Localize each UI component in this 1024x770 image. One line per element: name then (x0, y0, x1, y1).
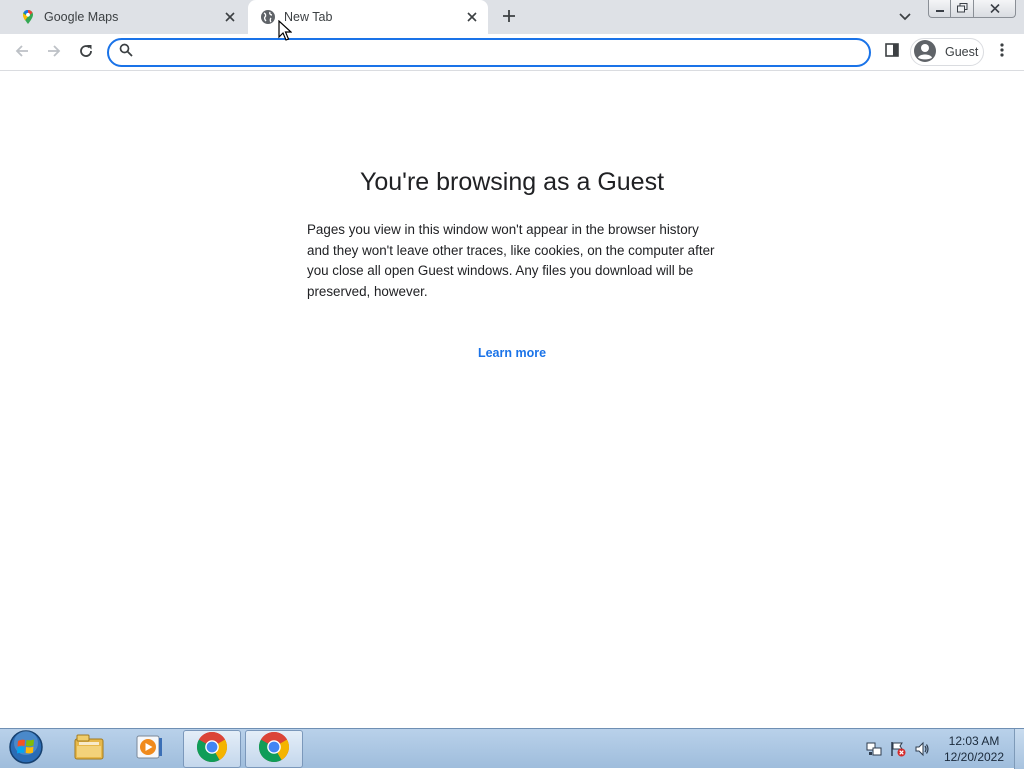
page-title: You're browsing as a Guest (359, 168, 665, 196)
tab-google-maps[interactable]: Google Maps (0, 0, 246, 34)
restore-icon (956, 0, 968, 18)
profile-button[interactable]: Guest (910, 38, 984, 66)
google-maps-pin-icon (20, 9, 36, 25)
guest-description: Pages you view in this window won't appe… (307, 222, 715, 299)
chrome-icon (258, 731, 290, 768)
more-vert-icon (1000, 42, 1004, 62)
browser-toolbar: Guest (0, 34, 1024, 71)
forward-arrow-icon (46, 43, 62, 64)
forward-button[interactable] (42, 41, 66, 65)
close-window-button[interactable] (974, 0, 1016, 18)
back-arrow-icon (14, 43, 30, 64)
new-tab-button[interactable] (498, 7, 520, 29)
reload-icon (78, 43, 94, 64)
guest-new-tab-page: You're browsing as a Guest Pages you vie… (0, 72, 1024, 728)
taskbar: 12:03 AM 12/20/2022 (0, 728, 1024, 770)
reload-button[interactable] (74, 41, 98, 65)
omnibox-input[interactable] (141, 41, 869, 64)
chrome-icon (196, 731, 228, 768)
tab-title: New Tab (284, 10, 333, 24)
close-icon (989, 0, 1000, 18)
clock-time: 12:03 AM (948, 734, 1000, 748)
media-player-icon (134, 732, 164, 767)
back-button[interactable] (10, 41, 34, 65)
globe-icon (260, 9, 276, 25)
minimize-button[interactable] (928, 0, 951, 18)
minimize-icon (935, 0, 945, 18)
tray-network-icon[interactable] (866, 741, 882, 757)
restore-button[interactable] (951, 0, 974, 18)
clock-date: 12/20/2022 (943, 750, 1005, 764)
mouse-cursor-icon (278, 19, 293, 42)
avatar-icon (913, 39, 937, 66)
profile-label: Guest (945, 45, 979, 59)
tray-volume-icon[interactable] (914, 741, 930, 757)
tab-strip: Google Maps New Tab (0, 0, 1024, 34)
taskbar-chrome-window-1[interactable] (183, 730, 241, 768)
side-panel-button[interactable] (882, 42, 902, 62)
tab-title: Google Maps (44, 10, 119, 24)
search-icon (119, 43, 133, 62)
address-bar[interactable] (107, 38, 871, 67)
taskbar-media-player[interactable] (120, 730, 178, 768)
tray-action-center-flag-icon[interactable] (890, 741, 906, 757)
start-button[interactable] (6, 729, 46, 770)
taskbar-chrome-window-2[interactable] (245, 730, 303, 768)
show-desktop-button[interactable] (1014, 729, 1024, 769)
windows-start-orb-icon (8, 729, 44, 770)
side-panel-icon (885, 42, 899, 62)
browser-menu-button[interactable] (993, 41, 1011, 63)
learn-more-link[interactable]: Learn more (212, 346, 812, 360)
close-tab-icon[interactable] (222, 9, 238, 25)
taskbar-file-explorer[interactable] (60, 730, 118, 768)
tab-search-button[interactable] (895, 8, 915, 26)
folder-icon (73, 733, 105, 766)
chevron-down-icon (899, 8, 911, 26)
taskbar-clock[interactable]: 12:03 AM 12/20/2022 (938, 733, 1010, 765)
plus-icon (502, 9, 516, 28)
close-tab-icon[interactable] (464, 9, 480, 25)
